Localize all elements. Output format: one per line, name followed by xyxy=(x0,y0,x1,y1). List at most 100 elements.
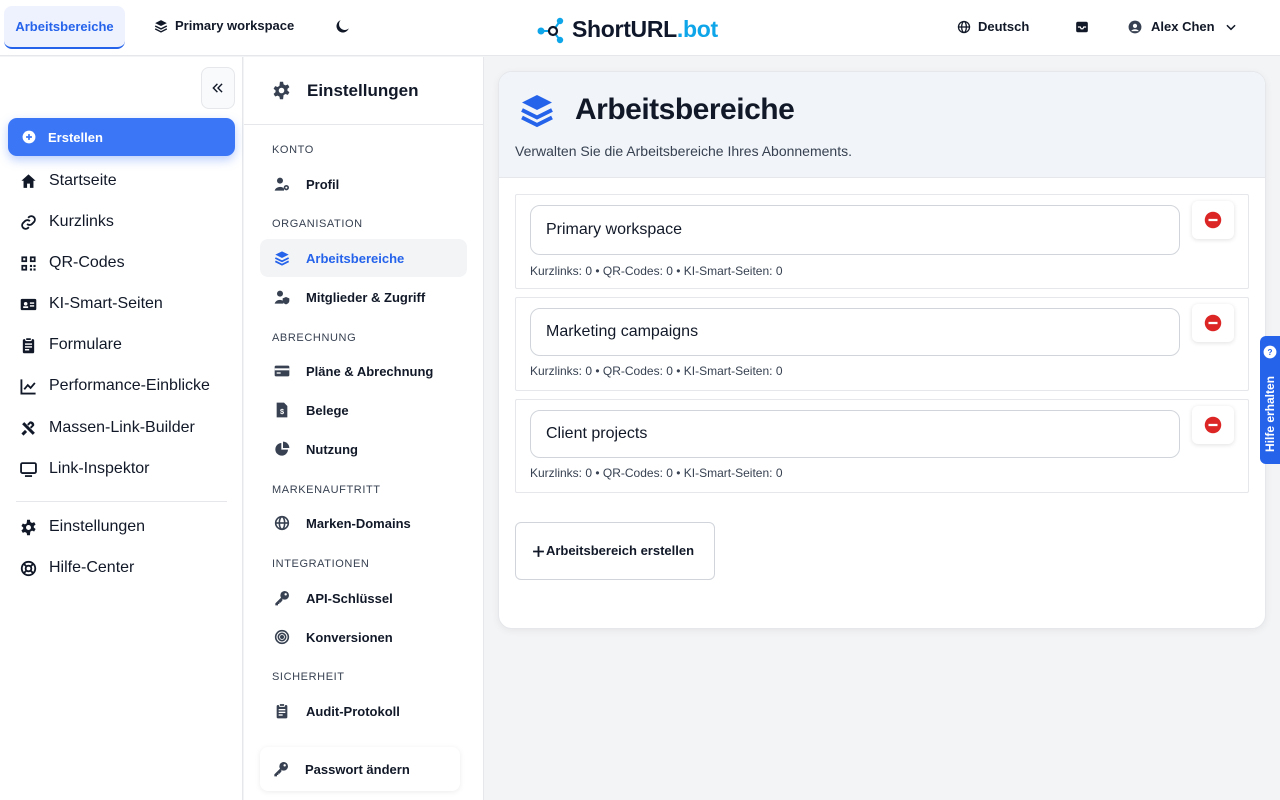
workspace-name-input[interactable] xyxy=(530,205,1180,255)
collapse-sidebar-button[interactable] xyxy=(201,67,235,109)
link-icon xyxy=(20,214,37,231)
sidebar-item-massen-link-builder[interactable]: Massen-Link-Builder xyxy=(20,419,195,437)
section-label-abrechnung: ABRECHNUNG xyxy=(272,332,357,344)
user-name: Alex Chen xyxy=(1151,19,1215,34)
sidebar-item-performance-einblicke[interactable]: Performance-Einblicke xyxy=(20,377,210,395)
delete-workspace-button[interactable] xyxy=(1192,201,1234,239)
key-icon xyxy=(273,761,289,777)
delete-workspace-button[interactable] xyxy=(1192,406,1234,444)
target-icon xyxy=(273,629,290,646)
settings-item-label: Marken-Domains xyxy=(306,515,411,531)
globe-icon xyxy=(273,515,290,532)
settings-item-audit[interactable]: Audit-Protokoll xyxy=(260,692,467,730)
sidebar: Erstellen Startseite Kurzlinks QR-Codes … xyxy=(0,57,243,800)
logo[interactable]: ShortURL.bot xyxy=(536,14,718,44)
monitor-icon xyxy=(20,461,37,478)
tools-icon xyxy=(20,420,37,437)
page-subtitle: Verwalten Sie die Arbeitsbereiche Ihres … xyxy=(515,143,852,159)
workspace-name-input[interactable] xyxy=(530,410,1180,458)
globe-icon xyxy=(957,20,971,34)
sidebar-item-link-inspektor[interactable]: Link-Inspektor xyxy=(20,460,150,478)
user-menu[interactable]: Alex Chen xyxy=(1128,19,1238,34)
sidebar-item-label: Performance-Einblicke xyxy=(49,377,210,394)
moon-icon[interactable] xyxy=(334,18,351,35)
settings-item-domains[interactable]: Marken-Domains xyxy=(260,504,467,542)
chevron-down-icon xyxy=(1224,20,1238,34)
help-tab-label: Hilfe erhalten xyxy=(1263,375,1277,453)
workspace-stats: Kurzlinks: 0 • QR-Codes: 0 • KI-Smart-Se… xyxy=(530,364,783,378)
plus-circle-icon xyxy=(22,130,36,144)
workspace-name-input[interactable] xyxy=(530,308,1180,356)
pie-chart-icon xyxy=(273,441,290,458)
settings-item-label: Arbeitsbereiche xyxy=(306,250,405,266)
question-circle-icon: ? xyxy=(1263,345,1277,359)
invoice-icon: $ xyxy=(273,402,290,419)
settings-item-label: Pläne & Abrechnung xyxy=(306,363,434,379)
sidebar-item-formulare[interactable]: Formulare xyxy=(20,336,122,354)
section-label-organisation: ORGANISATION xyxy=(272,218,363,230)
settings-item-profil[interactable]: Profil xyxy=(260,165,467,203)
credit-card-icon xyxy=(273,363,290,380)
settings-item-nutzung[interactable]: Nutzung xyxy=(260,430,467,468)
section-label-integrationen: INTEGRATIONEN xyxy=(272,558,370,570)
sidebar-item-hilfe-center[interactable]: Hilfe-Center xyxy=(20,559,134,577)
settings-item-plaene[interactable]: Pläne & Abrechnung xyxy=(260,352,467,390)
settings-header: Einstellungen xyxy=(244,57,483,125)
user-avatar-icon xyxy=(1128,20,1142,34)
card-header: Arbeitsbereiche Verwalten Sie die Arbeit… xyxy=(499,72,1265,178)
sidebar-item-ki-smart-seiten[interactable]: KI-Smart-Seiten xyxy=(20,295,163,313)
clipboard-icon xyxy=(20,336,37,354)
add-workspace-button[interactable]: Arbeitsbereich erstellen xyxy=(515,522,715,580)
chevrons-left-icon xyxy=(211,81,225,95)
section-label-markenauftritt: MARKENAUFTRITT xyxy=(272,484,381,496)
sidebar-item-kurzlinks[interactable]: Kurzlinks xyxy=(20,213,114,231)
settings-item-arbeitsbereiche[interactable]: Arbeitsbereiche xyxy=(260,239,467,277)
settings-item-belege[interactable]: $ Belege xyxy=(260,391,467,429)
home-icon xyxy=(20,173,37,190)
settings-item-label: Profil xyxy=(306,176,340,192)
delete-workspace-button[interactable] xyxy=(1192,304,1234,342)
settings-menu: Einstellungen KONTO Profil ORGANISATION … xyxy=(244,57,484,800)
help-tab[interactable]: ? Hilfe erhalten xyxy=(1260,336,1280,464)
language-selector[interactable]: Deutsch xyxy=(957,19,1029,34)
inbox-icon[interactable] xyxy=(1075,20,1089,34)
create-button-label: Erstellen xyxy=(48,129,103,145)
sidebar-item-startseite[interactable]: Startseite xyxy=(20,172,117,190)
sidebar-item-label: Formulare xyxy=(49,336,122,353)
change-password-button[interactable]: Passwort ändern xyxy=(260,747,460,791)
settings-item-label: Audit-Protokoll xyxy=(306,703,400,719)
tab-arbeitsbereiche[interactable]: Arbeitsbereiche xyxy=(4,6,125,49)
id-card-icon xyxy=(20,296,37,313)
sidebar-item-qr-codes[interactable]: QR-Codes xyxy=(20,254,125,272)
page-title-text: Arbeitsbereiche xyxy=(575,93,795,126)
page-title: Arbeitsbereiche xyxy=(519,92,795,128)
layers-icon xyxy=(519,92,555,128)
workspace-switcher[interactable]: Primary workspace xyxy=(154,18,294,33)
key-icon xyxy=(273,590,290,607)
minus-circle-icon xyxy=(1204,211,1222,229)
change-password-label: Passwort ändern xyxy=(305,761,410,777)
logo-icon xyxy=(536,14,566,44)
minus-circle-icon xyxy=(1204,314,1222,332)
settings-item-api[interactable]: API-Schlüssel xyxy=(260,579,467,617)
gear-icon xyxy=(20,519,37,536)
logo-text: ShortURL.bot xyxy=(572,15,718,42)
add-workspace-label: Arbeitsbereich erstellen xyxy=(545,543,695,558)
settings-item-label: Mitglieder & Zugriff xyxy=(306,289,426,305)
sidebar-item-label: Kurzlinks xyxy=(49,213,114,230)
sidebar-item-label: QR-Codes xyxy=(49,254,125,271)
minus-circle-icon xyxy=(1204,416,1222,434)
lifebuoy-icon xyxy=(20,560,37,577)
settings-title: Einstellungen xyxy=(307,80,419,100)
top-bar: Arbeitsbereiche Primary workspace ShortU… xyxy=(0,0,1280,56)
user-gear-icon xyxy=(273,176,290,193)
sidebar-item-label: Massen-Link-Builder xyxy=(49,419,195,436)
settings-item-mitglieder[interactable]: Mitglieder & Zugriff xyxy=(260,278,467,316)
sidebar-item-einstellungen[interactable]: Einstellungen xyxy=(20,518,145,536)
create-button[interactable]: Erstellen xyxy=(8,118,235,156)
chart-line-icon xyxy=(20,378,37,395)
settings-item-label: Nutzung xyxy=(306,441,358,457)
sidebar-item-label: Startseite xyxy=(49,172,117,189)
settings-item-konversionen[interactable]: Konversionen xyxy=(260,618,467,656)
settings-item-label: API-Schlüssel xyxy=(306,590,393,606)
